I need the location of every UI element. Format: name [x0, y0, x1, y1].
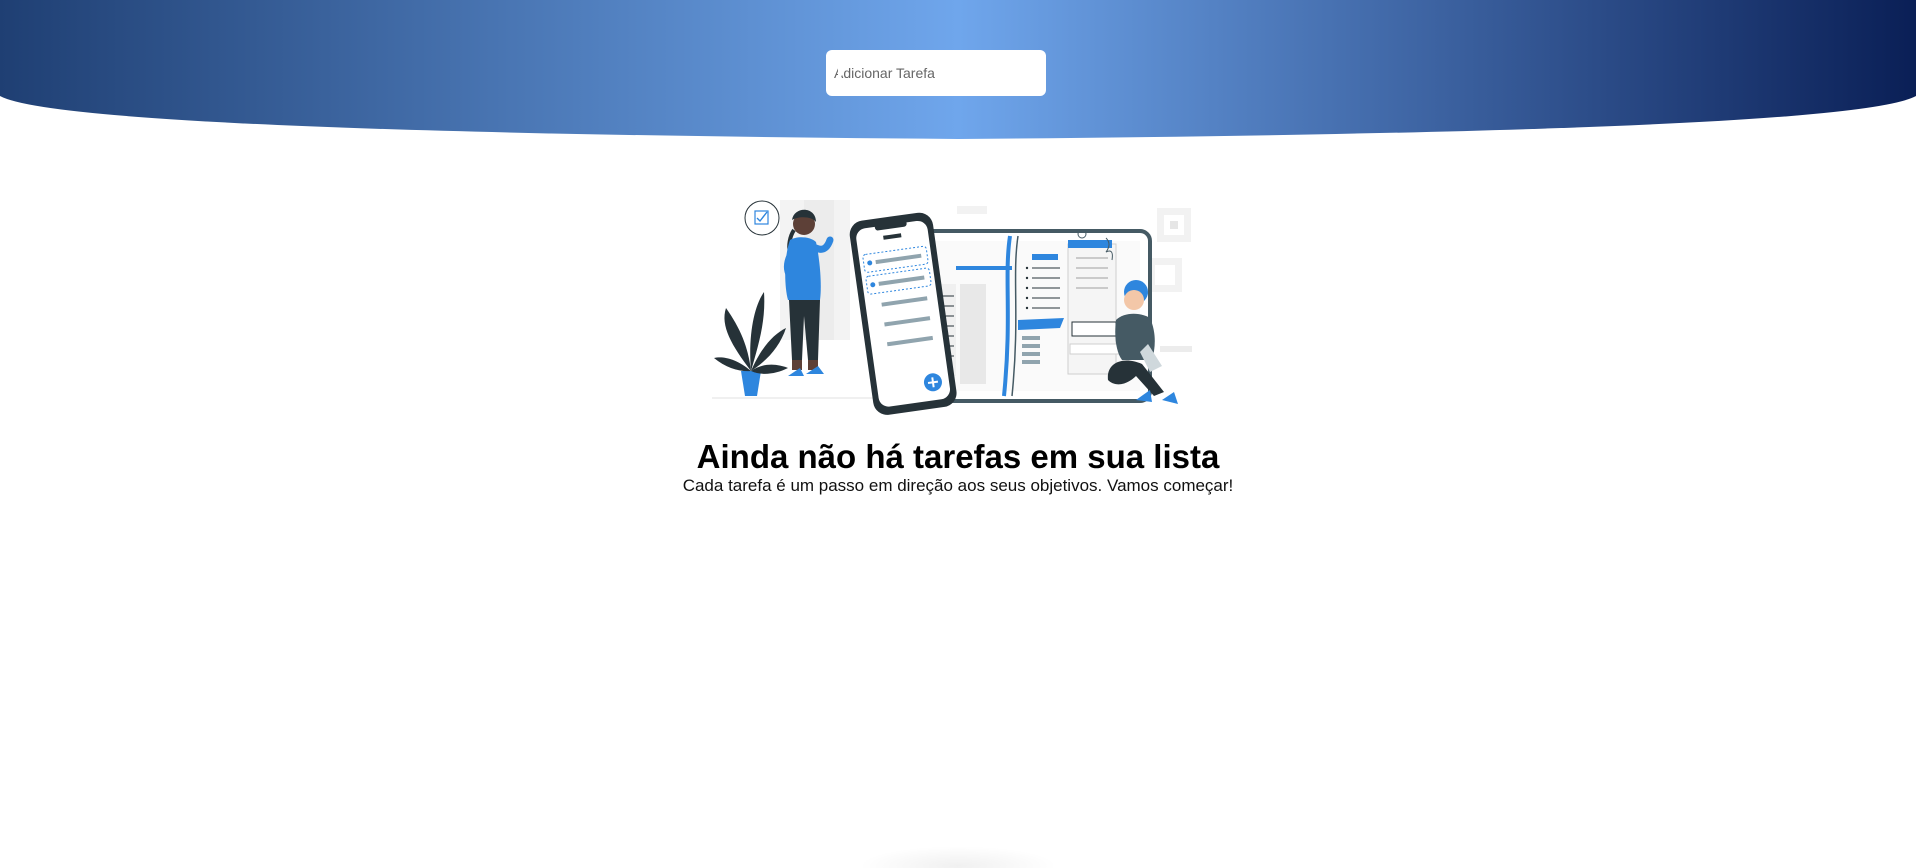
- bottom-shadow: [858, 846, 1058, 868]
- header-banner: [0, 0, 1916, 140]
- add-task-input[interactable]: [826, 50, 1046, 96]
- add-task-button[interactable]: [828, 52, 1088, 91]
- empty-state-subtitle: Cada tarefa é um passo em direção aos se…: [682, 476, 1234, 495]
- task-list-illustration: [712, 200, 1192, 415]
- empty-state-title: Ainda não há tarefas em sua lista: [696, 438, 1220, 475]
- app-page: Ainda não há tarefas em sua lista Cada t…: [0, 0, 1916, 868]
- plus-icon: [828, 52, 852, 76]
- add-task-form: [826, 50, 1088, 96]
